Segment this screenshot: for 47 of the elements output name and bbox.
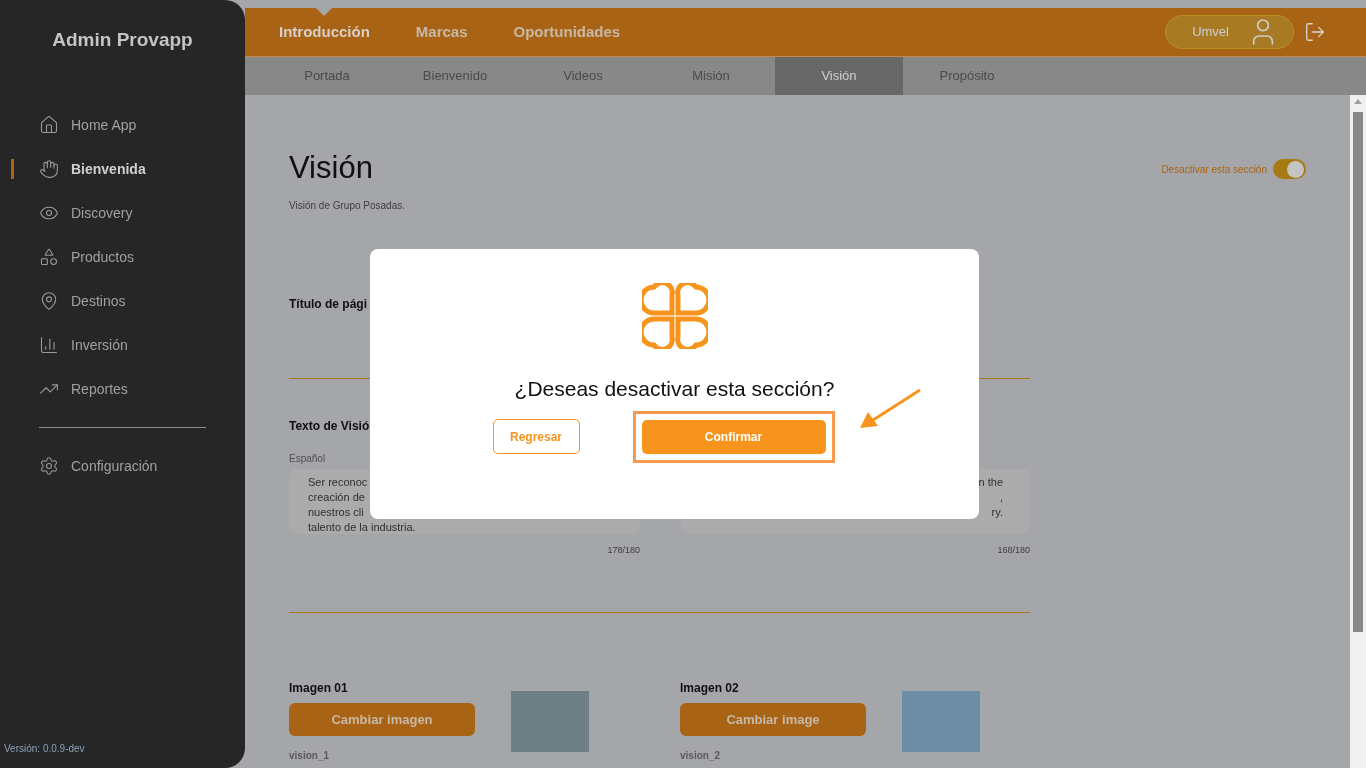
page-title: Visión — [289, 149, 373, 187]
file-name: vision_1 — [289, 749, 331, 763]
character-count: 178/180 — [606, 543, 640, 557]
image-label: Imagen 01 — [289, 680, 349, 697]
sidebar-item[interactable]: Reportes — [39, 378, 128, 400]
top-tab[interactable]: Marcas — [415, 8, 468, 56]
sidebar-item[interactable]: Destinos — [39, 290, 126, 312]
confirm-button[interactable]: Confirmar — [641, 419, 826, 454]
sub-tab[interactable]: Bienvenido — [391, 57, 519, 95]
toggle-label: Desactivar esta sección — [1161, 162, 1267, 177]
house-icon — [39, 115, 59, 135]
shapes-icon — [39, 247, 59, 267]
top-tab[interactable]: Introducción — [279, 8, 370, 56]
section-label: Título de pági — [289, 296, 368, 311]
map-pin-icon — [39, 291, 59, 311]
file-name: vision_2 — [680, 749, 722, 763]
bar-chart-icon — [39, 335, 59, 355]
character-count: 168/180 — [996, 543, 1030, 557]
field-label: Español — [289, 451, 327, 466]
hand-icon — [39, 159, 59, 179]
sidebar-title: Admin Provapp — [51, 28, 194, 52]
sidebar-item[interactable]: Configuración — [39, 455, 158, 477]
section-label: Texto de Visió — [289, 418, 371, 433]
sidebar-item[interactable]: Discovery — [39, 202, 133, 224]
change-image-button[interactable]: Cambiar imagen — [289, 703, 475, 736]
back-button[interactable]: Regresar — [492, 419, 580, 454]
sidebar-item[interactable]: Home App — [39, 114, 137, 136]
sidebar-item[interactable]: Inversión — [39, 334, 128, 356]
user-button[interactable]: Umvel — [1165, 15, 1294, 49]
sub-tab[interactable]: Portada — [263, 57, 391, 95]
clover-icon — [641, 283, 708, 349]
sub-tab[interactable]: Misión — [647, 57, 775, 95]
sidebar-item[interactable]: Productos — [39, 246, 135, 268]
section-toggle[interactable] — [1273, 159, 1306, 179]
top-tab[interactable]: Oportunidades — [513, 8, 621, 56]
dialog-question: ¿Deseas desactivar esta sección? — [514, 376, 835, 402]
logout-icon[interactable] — [1304, 21, 1326, 43]
version-label: Versión: 0.0.9-dev — [3, 742, 86, 756]
sub-tab[interactable]: Visión — [775, 57, 903, 95]
sub-tab[interactable]: Propósito — [903, 57, 1031, 95]
image-label: Imagen 02 — [680, 680, 740, 697]
pointer-arrow-drawing — [860, 388, 921, 428]
page-subtitle: Visión de Grupo Posadas. — [289, 198, 406, 213]
sidebar-item[interactable]: Bienvenida — [39, 158, 146, 180]
settings-icon — [39, 456, 59, 476]
sub-tab[interactable]: Videos — [519, 57, 647, 95]
change-image-button[interactable]: Cambiar image — [680, 703, 866, 736]
